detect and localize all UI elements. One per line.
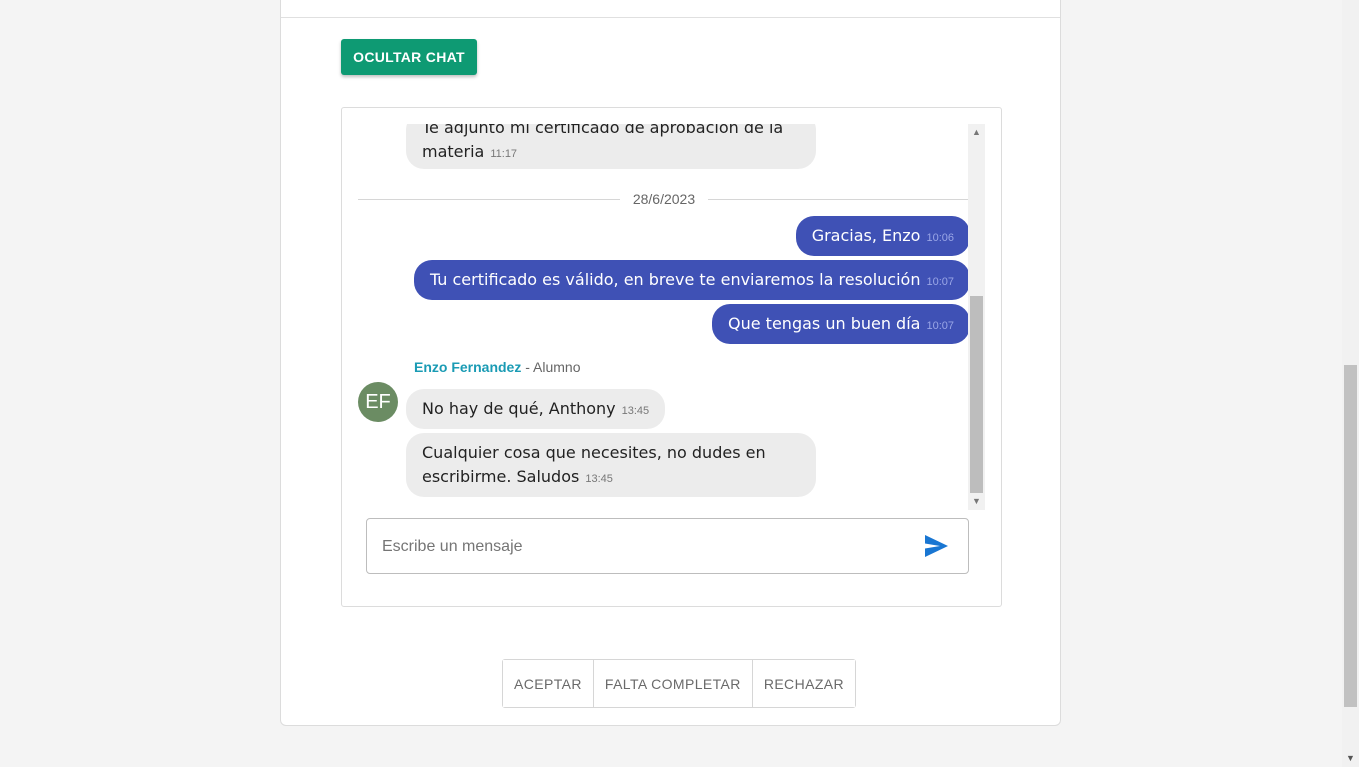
reject-button[interactable]: RECHAZAR	[751, 660, 856, 707]
message-time: 13:45	[621, 405, 650, 417]
message-text: Gracias, Enzo	[811, 226, 921, 245]
message-outgoing: Que tengas un buen día 10:07	[712, 304, 970, 344]
message-incoming: Cualquier cosa que necesites, no dudes e…	[406, 433, 816, 497]
review-actions: ACEPTAR FALTA COMPLETAR RECHAZAR	[502, 659, 857, 708]
date-line-left	[358, 199, 620, 200]
message-list[interactable]: Te adjunto mi certificado de aprobación …	[342, 124, 970, 510]
accept-button[interactable]: ACEPTAR	[503, 660, 593, 707]
page-scrollbar[interactable]: ▼	[1342, 0, 1359, 767]
scroll-up-arrow-icon[interactable]: ▲	[968, 124, 985, 141]
message-time: 10:07	[926, 320, 954, 332]
message-text: escribirme. Saludos	[422, 467, 580, 486]
message-input-wrapper	[366, 518, 969, 575]
message-text: No hay de qué, Anthony	[422, 399, 616, 418]
message-time: 13:45	[585, 473, 613, 485]
message-input[interactable]	[380, 519, 904, 575]
sender-header: Enzo Fernandez - Alumno	[414, 358, 581, 376]
message-incoming: No hay de qué, Anthony 13:45	[406, 389, 666, 429]
message-text: Que tengas un buen día	[728, 314, 921, 333]
review-card: OCULTAR CHAT Te adjunto mi certificado d…	[280, 0, 1061, 726]
message-text: Cualquier cosa que necesites, no dudes e…	[422, 443, 766, 462]
message-time: 10:06	[926, 232, 954, 244]
send-icon	[925, 535, 948, 557]
page-scroll-down-arrow-icon[interactable]: ▼	[1342, 750, 1359, 767]
message-text: materia	[422, 142, 485, 161]
sender-name: Enzo Fernandez	[414, 359, 522, 375]
message-text: Tu certificado es válido, en breve te en…	[429, 270, 921, 289]
scroll-down-arrow-icon[interactable]: ▼	[968, 493, 985, 510]
date-separator: 28/6/2023	[358, 190, 970, 210]
chat-panel: Te adjunto mi certificado de aprobación …	[341, 107, 1002, 607]
chat-scroll-thumb[interactable]	[970, 296, 983, 493]
send-button[interactable]	[924, 535, 948, 557]
date-label: 28/6/2023	[632, 191, 696, 207]
incomplete-button[interactable]: FALTA COMPLETAR	[592, 660, 752, 707]
sender-role: - Alumno	[525, 359, 581, 375]
hide-chat-button[interactable]: OCULTAR CHAT	[341, 39, 477, 75]
date-line-right	[708, 199, 970, 200]
top-divider	[281, 17, 1060, 18]
message-text: Te adjunto mi certificado de aprobación …	[422, 124, 784, 137]
message-time: 10:07	[926, 276, 954, 288]
message-time: 11:17	[490, 148, 518, 160]
message-outgoing: Gracias, Enzo 10:06	[795, 216, 970, 256]
page-scroll-thumb[interactable]	[1344, 365, 1357, 707]
chat-scrollbar[interactable]: ▲ ▼	[968, 124, 985, 510]
message-outgoing: Tu certificado es válido, en breve te en…	[413, 260, 970, 300]
message-incoming-previous: Te adjunto mi certificado de aprobación …	[406, 124, 816, 169]
avatar: EF	[358, 382, 398, 422]
